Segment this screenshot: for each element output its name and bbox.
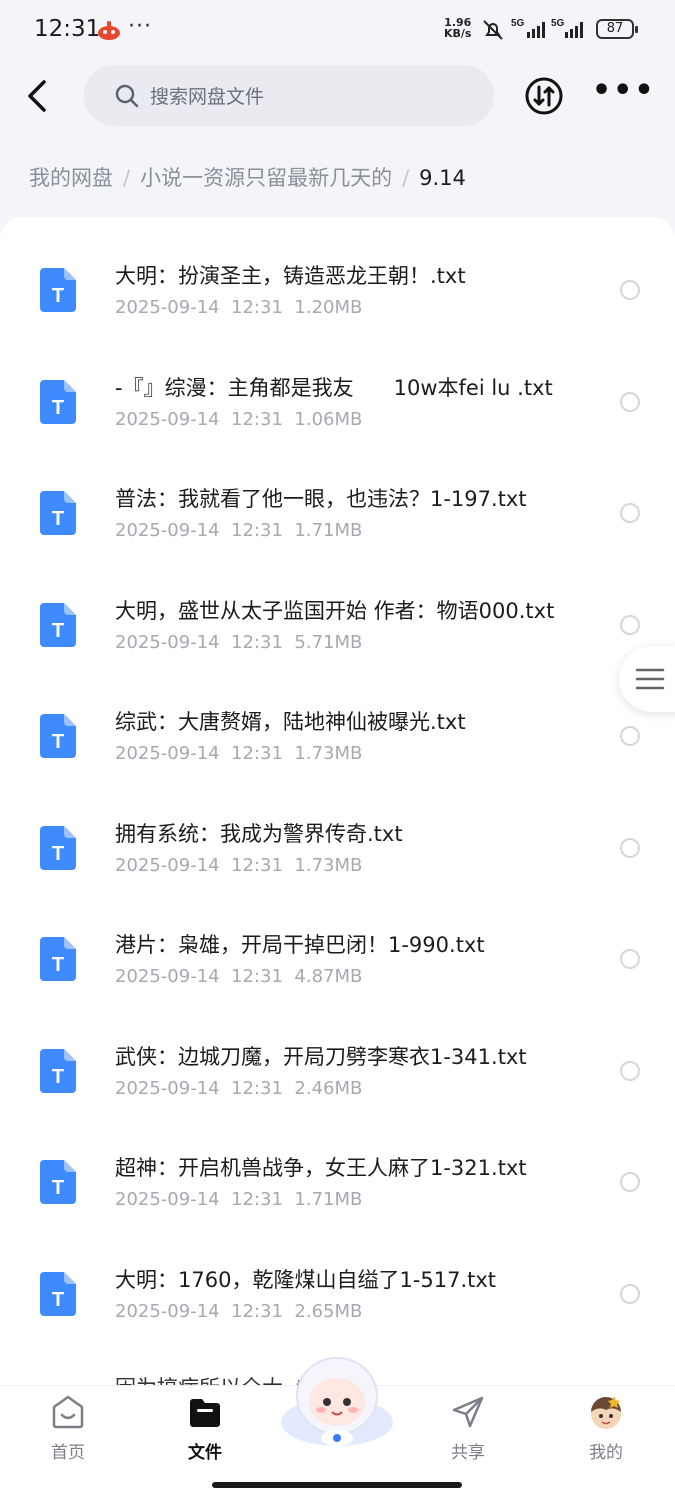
txt-file-icon: T	[40, 491, 76, 535]
search-input[interactable]: 搜索网盘文件	[84, 65, 494, 126]
transfer-list-icon[interactable]	[524, 76, 564, 116]
file-name: 武侠：边城刀魔，开局刀劈李寒衣1-341.txt	[115, 1045, 527, 1069]
home-smile-icon	[52, 1395, 84, 1429]
select-checkbox[interactable]	[620, 615, 640, 635]
folder-icon	[190, 1399, 220, 1427]
file-row[interactable]: T -『』综漫：主角都是我友 10w本fei lu .txt 2025-09-1…	[0, 329, 675, 440]
svg-text:T: T	[52, 954, 64, 976]
file-meta: 2025-09-14 12:31 1.73MB	[115, 743, 363, 764]
txt-file-icon: T	[40, 1049, 76, 1093]
select-checkbox[interactable]	[620, 280, 640, 300]
breadcrumb-separator: /	[123, 166, 131, 190]
assistant-mascot-icon[interactable]	[277, 1352, 397, 1448]
breadcrumb-separator: /	[402, 166, 410, 190]
svg-text:T: T	[52, 1066, 64, 1088]
txt-file-icon: T	[40, 1272, 76, 1316]
file-meta: 2025-09-14 12:31 1.20MB	[115, 297, 363, 318]
svg-text:T: T	[52, 397, 64, 419]
send-icon	[452, 1396, 484, 1428]
file-row[interactable]: T 普法：我就看了他一眼，也违法？1-197.txt 2025-09-14 12…	[0, 440, 675, 551]
tab-share-label: 共享	[451, 1443, 485, 1463]
mute-bell-icon	[483, 20, 503, 40]
txt-file-icon: T	[40, 1160, 76, 1204]
tab-profile[interactable]: 我的	[556, 1386, 656, 1466]
avatar-icon	[591, 1396, 621, 1429]
file-name: 港片：枭雄，开局干掉巴闭！1-990.txt	[115, 933, 485, 957]
select-checkbox[interactable]	[620, 838, 640, 858]
svg-text:T: T	[52, 508, 64, 530]
file-meta: 2025-09-14 12:31 5.71MB	[115, 632, 363, 653]
file-meta: 2025-09-14 12:31 4.87MB	[115, 966, 363, 987]
file-meta: 2025-09-14 12:31 1.71MB	[115, 1189, 363, 1210]
file-name: 综武：大唐赘婿，陆地神仙被曝光.txt	[115, 710, 466, 734]
txt-file-icon: T	[40, 603, 76, 647]
file-row[interactable]: T 武侠：边城刀魔，开局刀劈李寒衣1-341.txt 2025-09-14 12…	[0, 998, 675, 1109]
svg-text:T: T	[52, 285, 64, 307]
status-bar: 12:31 ··· 1.96 KB/s 5G 5G 87	[0, 0, 675, 58]
tab-share[interactable]: 共享	[418, 1386, 518, 1466]
svg-text:T: T	[52, 620, 64, 642]
select-checkbox[interactable]	[620, 503, 640, 523]
file-meta: 2025-09-14 12:31 1.73MB	[115, 855, 363, 876]
txt-file-icon: T	[40, 268, 76, 312]
select-checkbox[interactable]	[620, 1061, 640, 1081]
file-row[interactable]: T 拥有系统：我成为警界传奇.txt 2025-09-14 12:31 1.73…	[0, 775, 675, 886]
search-icon	[115, 84, 139, 108]
file-row[interactable]: T 港片：枭雄，开局干掉巴闭！1-990.txt 2025-09-14 12:3…	[0, 886, 675, 997]
svg-text:T: T	[52, 1177, 64, 1199]
txt-file-icon: T	[40, 826, 76, 870]
file-name: 大明：扮演圣主，铸造恶龙王朝！.txt	[115, 264, 466, 288]
select-checkbox[interactable]	[620, 949, 640, 969]
battery-indicator: 87	[596, 19, 638, 39]
file-name: 超神：开启机兽战争，女王人麻了1-321.txt	[115, 1156, 527, 1180]
back-button[interactable]	[20, 72, 56, 120]
file-name: 大明：1760，乾隆煤山自缢了1-517.txt	[115, 1268, 497, 1292]
search-placeholder: 搜索网盘文件	[150, 86, 265, 108]
select-checkbox[interactable]	[620, 1172, 640, 1192]
tab-files-label: 文件	[188, 1443, 222, 1463]
file-row[interactable]: T 超神：开启机兽战争，女王人麻了1-321.txt 2025-09-14 12…	[0, 1109, 675, 1220]
more-options-icon[interactable]: •••	[592, 76, 654, 106]
signal-icon: 5G	[511, 18, 545, 38]
file-meta: 2025-09-14 12:31 1.71MB	[115, 520, 363, 541]
txt-file-icon: T	[40, 714, 76, 758]
file-row[interactable]: T 大明：扮演圣主，铸造恶龙王朝！.txt 2025-09-14 12:31 1…	[0, 217, 675, 328]
tab-files[interactable]: 文件	[155, 1386, 255, 1466]
tab-home[interactable]: 首页	[18, 1386, 118, 1466]
file-row[interactable]: T 综武：大唐赘婿，陆地神仙被曝光.txt 2025-09-14 12:31 1…	[0, 663, 675, 774]
file-row[interactable]: T 大明，盛世从太子监国开始 作者：物语000.txt 2025-09-14 1…	[0, 552, 675, 663]
menu-lines-icon	[635, 668, 665, 690]
home-indicator[interactable]	[212, 1482, 462, 1488]
svg-text:T: T	[52, 731, 64, 753]
signal-icon: 5G	[551, 18, 583, 38]
tab-profile-label: 我的	[589, 1443, 623, 1463]
file-name: 拥有系统：我成为警界传奇.txt	[115, 822, 403, 846]
breadcrumb-folder[interactable]: 小说一资源只留最新几天的	[140, 166, 392, 190]
file-row[interactable]: T 大明：1760，乾隆煤山自缢了1-517.txt 2025-09-14 12…	[0, 1221, 675, 1332]
breadcrumb: 我的网盘 / 小说一资源只留最新几天的 / 9.14	[29, 162, 466, 192]
file-meta: 2025-09-14 12:31 2.65MB	[115, 1301, 363, 1322]
breadcrumb-root[interactable]: 我的网盘	[29, 166, 113, 190]
svg-text:5G: 5G	[511, 18, 525, 29]
file-meta: 2025-09-14 12:31 1.06MB	[115, 409, 363, 430]
svg-text:T: T	[52, 843, 64, 865]
txt-file-icon: T	[40, 380, 76, 424]
status-time: 12:31	[34, 16, 101, 42]
svg-text:5G: 5G	[551, 18, 565, 29]
select-checkbox[interactable]	[620, 392, 640, 412]
network-speed: 1.96 KB/s	[444, 16, 472, 40]
txt-file-icon: T	[40, 937, 76, 981]
more-notifications-icon: ···	[128, 14, 152, 39]
file-name: 大明，盛世从太子监国开始 作者：物语000.txt	[115, 599, 555, 623]
svg-text:T: T	[52, 1289, 64, 1311]
file-name: 普法：我就看了他一眼，也违法？1-197.txt	[115, 487, 527, 511]
app-notification-icon	[98, 21, 120, 40]
select-checkbox[interactable]	[620, 1284, 640, 1304]
breadcrumb-current: 9.14	[419, 166, 466, 190]
file-meta: 2025-09-14 12:31 2.46MB	[115, 1078, 363, 1099]
file-list: T 大明：扮演圣主，铸造恶龙王朝！.txt 2025-09-14 12:31 1…	[0, 217, 675, 1417]
tab-home-label: 首页	[51, 1443, 85, 1463]
select-checkbox[interactable]	[620, 726, 640, 746]
file-name: -『』综漫：主角都是我友 10w本fei lu .txt	[115, 376, 553, 400]
